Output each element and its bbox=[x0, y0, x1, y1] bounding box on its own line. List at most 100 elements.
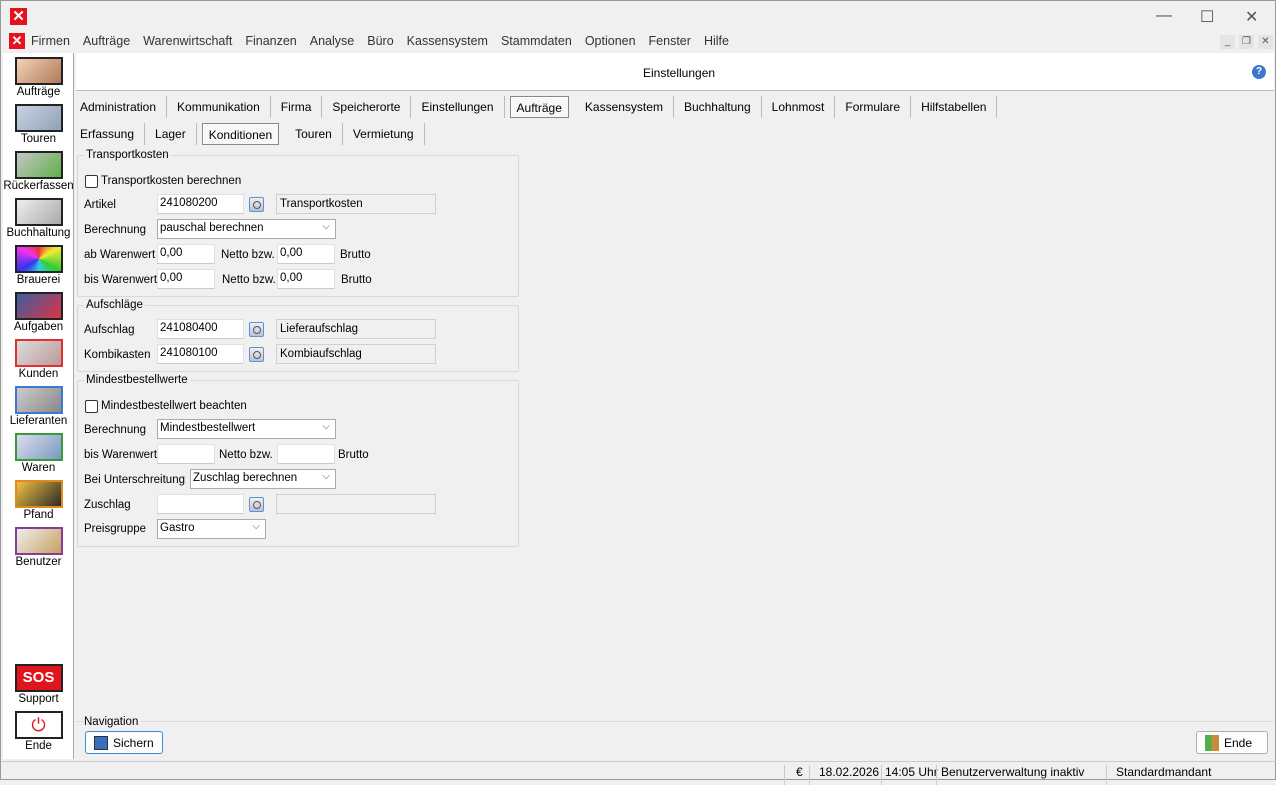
sub-tabs: Erfassung Lager Konditionen Touren Vermi… bbox=[76, 123, 425, 145]
close-button[interactable]: ✕ bbox=[1245, 7, 1258, 27]
maximize-button[interactable]: ☐ bbox=[1200, 7, 1214, 27]
preisgruppe-select[interactable]: Gastro⌵ bbox=[157, 519, 266, 539]
sidebar-item-lieferanten[interactable]: Lieferanten bbox=[3, 386, 74, 427]
group-title: Mindestbestellwerte bbox=[84, 374, 190, 386]
divider bbox=[881, 765, 882, 785]
page-header: Einstellungen ? bbox=[76, 53, 1274, 91]
menu-bar: Firmen Aufträge Warenwirtschaft Finanzen… bbox=[31, 34, 729, 48]
minimize-button[interactable]: — bbox=[1156, 7, 1172, 25]
save-button[interactable]: Sichern bbox=[85, 731, 163, 754]
tab-hilfstabellen[interactable]: Hilfstabellen bbox=[911, 96, 997, 118]
lookup-icon[interactable] bbox=[249, 497, 264, 512]
sidebar-item-auftraege[interactable]: Aufträge bbox=[3, 57, 74, 98]
subtab-lager[interactable]: Lager bbox=[145, 123, 197, 145]
subtab-touren[interactable]: Touren bbox=[285, 123, 343, 145]
sidebar-item-support[interactable]: SOSSupport bbox=[3, 664, 74, 705]
subtab-konditionen[interactable]: Konditionen bbox=[202, 123, 279, 145]
sidebar-label: Brauerei bbox=[17, 274, 60, 286]
subtab-vermietung[interactable]: Vermietung bbox=[343, 123, 425, 145]
status-currency: € bbox=[796, 765, 803, 779]
ab-netto-input[interactable]: 0,00 bbox=[157, 244, 215, 264]
sidebar-item-ende[interactable]: ⏻Ende bbox=[3, 711, 74, 752]
mindest-netto-input[interactable] bbox=[157, 444, 215, 464]
sidebar-label: Aufgaben bbox=[14, 321, 63, 333]
sidebar-label: Kunden bbox=[19, 368, 59, 380]
status-date: 18.02.2026 bbox=[819, 765, 879, 779]
group-title: Transportkosten bbox=[84, 149, 171, 161]
menu-firmen[interactable]: Firmen bbox=[31, 34, 70, 48]
sidebar-label: Pfand bbox=[23, 509, 53, 521]
sidebar-item-kunden[interactable]: Kunden bbox=[3, 339, 74, 380]
mindestbestellwert-checkbox[interactable] bbox=[85, 400, 98, 413]
lookup-icon[interactable] bbox=[249, 322, 264, 337]
kombikasten-description: Kombiaufschlag bbox=[276, 344, 436, 364]
mdi-restore-button[interactable]: ❐ bbox=[1239, 35, 1254, 49]
sidebar-label: Ende bbox=[25, 740, 52, 752]
zuschlag-input[interactable] bbox=[157, 494, 244, 514]
menu-buero[interactable]: Büro bbox=[367, 34, 393, 48]
sidebar-label: Buchhaltung bbox=[7, 227, 71, 239]
menu-hilfe[interactable]: Hilfe bbox=[704, 34, 729, 48]
aufschlag-input[interactable]: 241080400 bbox=[157, 319, 244, 339]
menu-fenster[interactable]: Fenster bbox=[649, 34, 691, 48]
menu-auftraege[interactable]: Aufträge bbox=[83, 34, 130, 48]
menu-stammdaten[interactable]: Stammdaten bbox=[501, 34, 572, 48]
status-time: 14:05 Uhr bbox=[885, 765, 938, 779]
bis-brutto-input[interactable]: 0,00 bbox=[277, 269, 335, 289]
mdi-close-button[interactable]: ✕ bbox=[1258, 35, 1273, 49]
unterschreitung-select[interactable]: Zuschlag berechnen⌵ bbox=[190, 469, 336, 489]
transportkosten-checkbox[interactable] bbox=[85, 175, 98, 188]
sidebar-label: Benutzer bbox=[15, 556, 61, 568]
tab-administration[interactable]: Administration bbox=[76, 96, 167, 118]
sidebar-item-waren[interactable]: Waren bbox=[3, 433, 74, 474]
tasks-icon bbox=[15, 292, 63, 320]
tab-einstellungen[interactable]: Einstellungen bbox=[411, 96, 504, 118]
unterschreitung-label: Bei Unterschreitung bbox=[84, 474, 185, 486]
end-button[interactable]: Ende bbox=[1196, 731, 1268, 754]
navigation-label: Navigation bbox=[84, 716, 141, 728]
menu-kassensystem[interactable]: Kassensystem bbox=[407, 34, 488, 48]
menu-optionen[interactable]: Optionen bbox=[585, 34, 636, 48]
bis-netto-input[interactable]: 0,00 bbox=[157, 269, 215, 289]
tab-buchhaltung[interactable]: Buchhaltung bbox=[674, 96, 762, 118]
tab-kommunikation[interactable]: Kommunikation bbox=[167, 96, 271, 118]
lookup-icon[interactable] bbox=[249, 197, 264, 212]
mdi-logo: ✕ bbox=[9, 33, 25, 49]
mindest-berechnung-select[interactable]: Mindestbestellwert⌵ bbox=[157, 419, 336, 439]
tab-speicherorte[interactable]: Speicherorte bbox=[322, 96, 411, 118]
berechnung-select[interactable]: pauschal berechnen⌵ bbox=[157, 219, 336, 239]
tab-auftraege[interactable]: Aufträge bbox=[510, 96, 569, 118]
sidebar-label: Lieferanten bbox=[10, 415, 68, 427]
kombikasten-label: Kombikasten bbox=[84, 349, 150, 361]
menu-finanzen[interactable]: Finanzen bbox=[245, 34, 296, 48]
sidebar-item-buchhaltung[interactable]: Buchhaltung bbox=[3, 198, 74, 239]
help-icon[interactable]: ? bbox=[1252, 65, 1266, 79]
sos-icon: SOS bbox=[15, 664, 63, 692]
app-logo: ✕ bbox=[10, 8, 27, 25]
sidebar-item-benutzer[interactable]: Benutzer bbox=[3, 527, 74, 568]
sidebar-item-touren[interactable]: Touren bbox=[3, 104, 74, 145]
end-label: Ende bbox=[1224, 736, 1252, 750]
select-value: Zuschlag berechnen bbox=[193, 472, 297, 484]
menu-warenwirtschaft[interactable]: Warenwirtschaft bbox=[143, 34, 232, 48]
sidebar-item-brauerei[interactable]: Brauerei bbox=[3, 245, 74, 286]
sidebar-item-rueckerfassen[interactable]: Rückerfassen bbox=[3, 151, 74, 192]
sidebar-item-pfand[interactable]: Pfand bbox=[3, 480, 74, 521]
sidebar-item-aufgaben[interactable]: Aufgaben bbox=[3, 292, 74, 333]
floppy-disk-icon bbox=[94, 736, 108, 750]
tab-kassensystem[interactable]: Kassensystem bbox=[575, 96, 674, 118]
artikel-input[interactable]: 241080200 bbox=[157, 194, 244, 214]
sidebar-label: Rückerfassen bbox=[3, 180, 73, 192]
navigation-divider bbox=[76, 721, 1274, 722]
menu-analyse[interactable]: Analyse bbox=[310, 34, 354, 48]
ab-brutto-input[interactable]: 0,00 bbox=[277, 244, 335, 264]
tab-firma[interactable]: Firma bbox=[271, 96, 323, 118]
lookup-icon[interactable] bbox=[249, 347, 264, 362]
subtab-erfassung[interactable]: Erfassung bbox=[76, 123, 145, 145]
kombikasten-input[interactable]: 241080100 bbox=[157, 344, 244, 364]
tab-lohnmost[interactable]: Lohnmost bbox=[762, 96, 836, 118]
tab-formulare[interactable]: Formulare bbox=[835, 96, 911, 118]
mindest-brutto-input[interactable] bbox=[277, 444, 335, 464]
truck-icon bbox=[15, 104, 63, 132]
mdi-minimize-button[interactable]: _ bbox=[1220, 35, 1235, 49]
